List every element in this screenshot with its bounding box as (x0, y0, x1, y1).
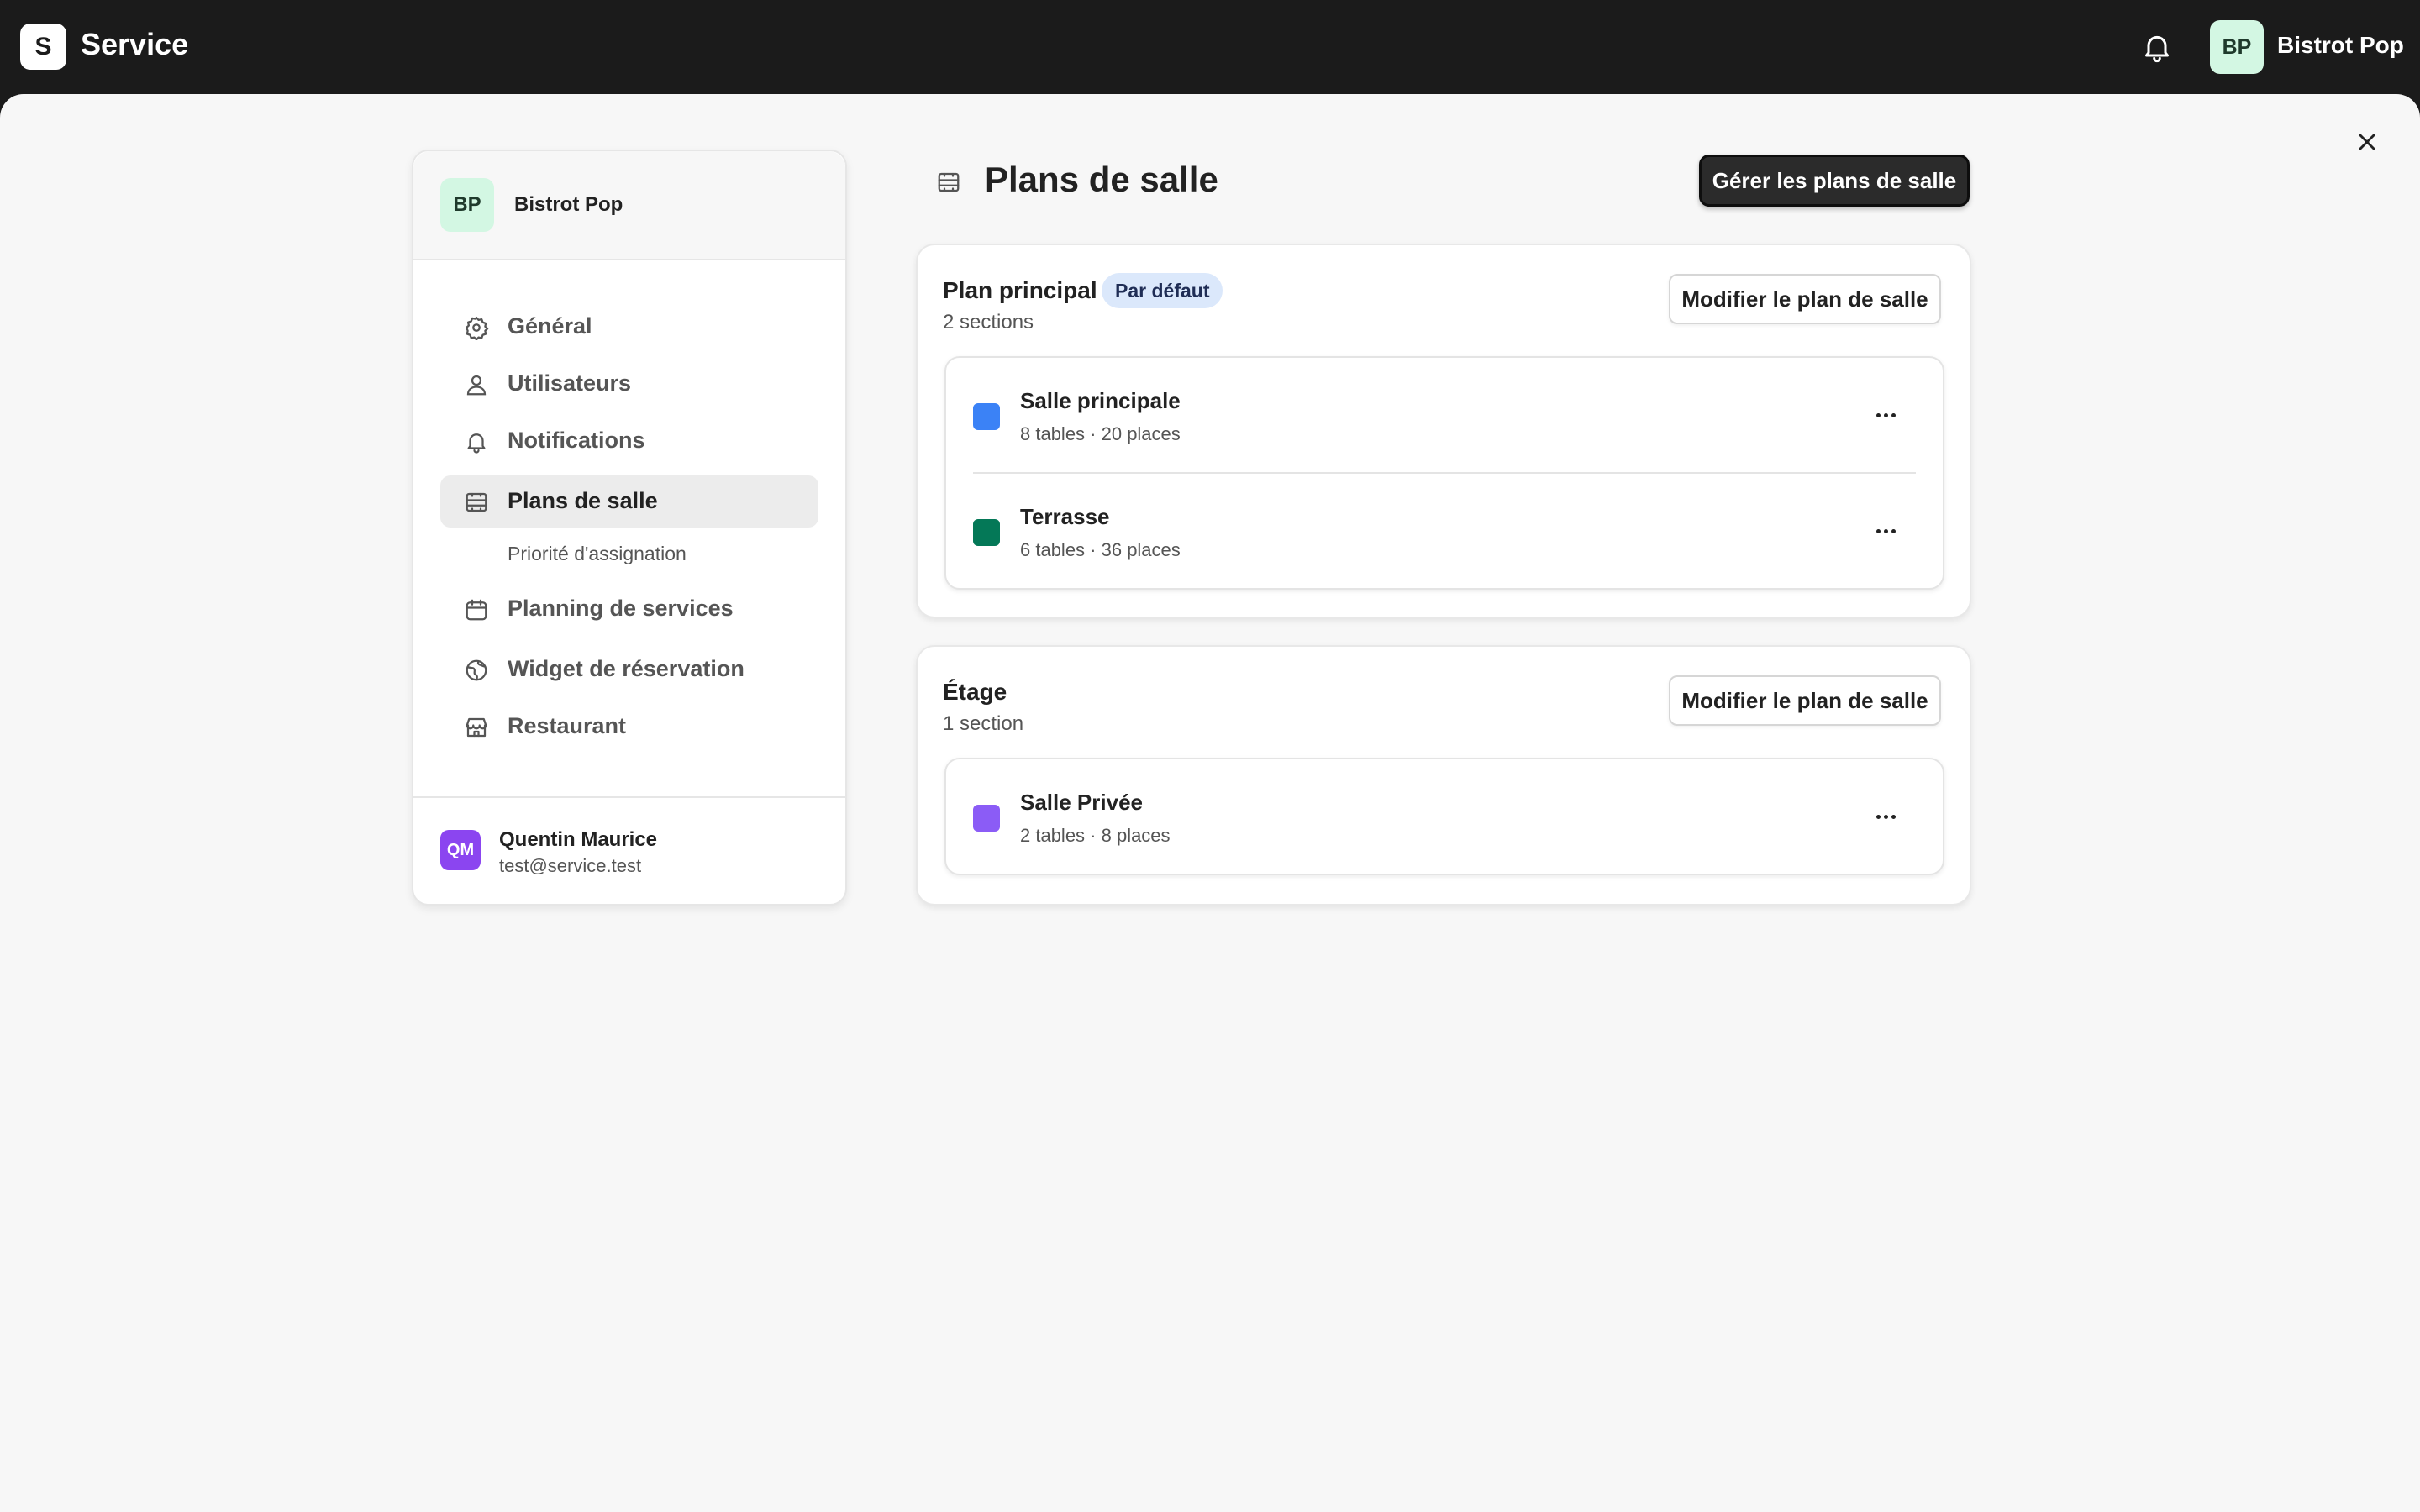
close-icon[interactable] (2353, 128, 2381, 156)
account-avatar[interactable]: BP (2210, 20, 2264, 74)
user-email: test@service.test (499, 855, 642, 876)
sidebar-item-label: Utilisateurs (508, 370, 632, 396)
floor-plan-card: Étage 1 section Modifier le plan de sall… (916, 645, 1971, 906)
gear-icon (466, 317, 489, 340)
settings-sheet: BP Bistrot Pop Général Utilisateurs Noti… (0, 94, 2420, 1512)
more-options-icon[interactable] (1869, 806, 1902, 827)
sidebar-item-floor-plans[interactable]: Plans de salle (440, 475, 818, 528)
list-item[interactable]: Salle principale 8 tables · 20 places (946, 358, 1943, 472)
sidebar-item-service-planning[interactable]: Planning de services (440, 583, 818, 635)
store-icon (466, 717, 487, 738)
sidebar-item-booking-widget[interactable]: Widget de réservation (440, 643, 818, 696)
sidebar-item-label: Widget de réservation (508, 656, 744, 681)
floor-plan-icon (938, 172, 960, 192)
edit-floor-plan-button[interactable]: Modifier le plan de salle (1669, 675, 1941, 726)
floor-plan-card: Plan principal Par défaut 2 sections Mod… (916, 244, 1971, 618)
sidebar-item-label: Planning de services (508, 596, 734, 621)
default-badge: Par défaut (1102, 273, 1223, 308)
list-item[interactable]: Terrasse 6 tables · 36 places (946, 474, 1943, 588)
calendar-icon (466, 599, 487, 621)
floor-plan-icon (466, 492, 487, 512)
settings-sidebar: BP Bistrot Pop Général Utilisateurs Noti… (412, 150, 847, 906)
more-options-icon[interactable] (1869, 521, 1902, 541)
sidebar-subitem-assignment-priority[interactable]: Priorité d'assignation (508, 543, 687, 565)
sidebar-header: BP Bistrot Pop (413, 151, 845, 260)
globe-icon (466, 659, 487, 681)
app-name: Service (81, 27, 189, 61)
section-color-swatch (973, 519, 1000, 546)
sidebar-item-general[interactable]: Général (440, 301, 818, 353)
section-color-swatch (973, 805, 1000, 832)
manage-floor-plans-button[interactable]: Gérer les plans de salle (1699, 155, 1970, 207)
sidebar-item-users[interactable]: Utilisateurs (440, 358, 818, 410)
page-title: Plans de salle (985, 160, 1218, 199)
sidebar-item-restaurant[interactable]: Restaurant (440, 701, 818, 753)
section-name: Terrasse (1020, 504, 1110, 529)
plan-name: Plan principal (943, 277, 1097, 303)
plan-name: Étage (943, 679, 1007, 705)
section-name: Salle Privée (1020, 790, 1143, 815)
account-name[interactable]: Bistrot Pop (2277, 32, 2404, 59)
section-meta: 8 tables · 20 places (1020, 423, 1181, 444)
app-logo[interactable]: S (20, 24, 66, 70)
sidebar-item-label: Général (508, 313, 592, 339)
edit-floor-plan-button[interactable]: Modifier le plan de salle (1669, 274, 1941, 324)
org-avatar: BP (440, 178, 494, 232)
section-meta: 6 tables · 36 places (1020, 539, 1181, 560)
sidebar-item-label: Restaurant (508, 713, 627, 738)
bell-icon (467, 433, 486, 454)
more-options-icon[interactable] (1869, 405, 1902, 425)
bell-icon[interactable] (2140, 30, 2174, 64)
list-item[interactable]: Salle Privée 2 tables · 8 places (946, 759, 1943, 874)
section-meta: 2 tables · 8 places (1020, 825, 1171, 846)
top-bar: S Service BP Bistrot Pop (0, 0, 2420, 94)
sidebar-item-label: Plans de salle (508, 488, 658, 513)
plan-sections-count: 1 section (943, 712, 1024, 735)
section-name: Salle principale (1020, 388, 1181, 413)
sidebar-divider (413, 796, 845, 798)
sidebar-item-label: Notifications (508, 428, 645, 453)
sections-list: Salle principale 8 tables · 20 places Te… (944, 356, 1944, 590)
section-color-swatch (973, 403, 1000, 430)
user-icon (466, 375, 487, 396)
org-name: Bistrot Pop (514, 193, 623, 216)
user-name: Quentin Maurice (499, 828, 658, 851)
plan-sections-count: 2 sections (943, 311, 1034, 333)
sections-list: Salle Privée 2 tables · 8 places (944, 758, 1944, 875)
user-avatar[interactable]: QM (440, 830, 481, 870)
sidebar-item-notifications[interactable]: Notifications (440, 415, 818, 467)
